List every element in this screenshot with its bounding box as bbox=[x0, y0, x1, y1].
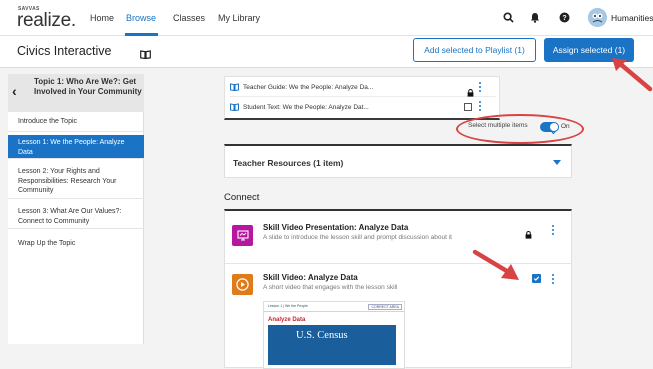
item-title[interactable]: Skill Video Presentation: Analyze Data bbox=[263, 223, 408, 232]
page-title: Civics Interactive bbox=[17, 44, 112, 58]
nav-my-library[interactable]: My Library bbox=[218, 13, 260, 23]
play-icon bbox=[232, 274, 253, 295]
book-open-icon bbox=[230, 83, 239, 92]
select-checkbox[interactable] bbox=[464, 103, 472, 111]
more-options-icon[interactable] bbox=[552, 274, 555, 286]
top-nav: SAVVAS realize. Home Browse Classes My L… bbox=[0, 0, 653, 36]
search-icon[interactable] bbox=[501, 10, 515, 24]
book-open-icon bbox=[230, 102, 239, 112]
item-title[interactable]: Skill Video: Analyze Data bbox=[263, 273, 358, 282]
item-description: A short video that engages with the less… bbox=[263, 284, 398, 291]
help-icon[interactable]: ? bbox=[557, 10, 571, 24]
nav-classes[interactable]: Classes bbox=[173, 13, 205, 23]
caret-down-icon[interactable] bbox=[553, 160, 561, 165]
lock-icon bbox=[525, 226, 532, 244]
presentation-icon bbox=[232, 225, 253, 246]
resource-title: Teacher Guide: We the People: Analyze Da… bbox=[243, 84, 374, 91]
more-options-icon[interactable] bbox=[552, 225, 555, 237]
bell-icon[interactable] bbox=[528, 10, 542, 24]
chevron-left-icon[interactable]: ‹ bbox=[12, 83, 17, 99]
sidebar-item-lesson-3[interactable]: Lesson 3: What Are Our Values?: Connect … bbox=[8, 204, 144, 229]
resource-list: Teacher Guide: We the People: Analyze Da… bbox=[224, 76, 500, 120]
user-menu[interactable]: Humanities ▾ bbox=[611, 13, 653, 24]
teacher-resources-accordion[interactable]: Teacher Resources (1 item) bbox=[224, 144, 572, 178]
logo-wordmark: realize. bbox=[17, 10, 76, 31]
select-multiple-callout bbox=[456, 114, 584, 144]
select-checkbox-checked[interactable] bbox=[532, 274, 541, 283]
thumbnail-lesson-label: Lesson 1 | We the People bbox=[268, 304, 308, 308]
nav-browse[interactable]: Browse bbox=[126, 13, 156, 23]
program-header: Civics Interactive Add selected to Playl… bbox=[0, 36, 653, 68]
connect-list: Skill Video Presentation: Analyze Data A… bbox=[224, 209, 572, 369]
topic-title: Topic 1: Who Are We?: Get Involved in Yo… bbox=[34, 77, 142, 96]
arrow-icon bbox=[612, 58, 653, 92]
sidebar-item-introduce-topic[interactable]: Introduce the Topic bbox=[8, 112, 144, 132]
avatar[interactable] bbox=[588, 8, 607, 27]
thumbnail-banner: U.S. Census bbox=[268, 325, 396, 365]
sidebar-item-lesson-2[interactable]: Lesson 2: Your Rights and Responsibiliti… bbox=[8, 164, 144, 199]
thumbnail-banner-text: U.S. Census bbox=[296, 330, 348, 341]
video-thumbnail[interactable]: Lesson 1 | We the People CORRECT AREA An… bbox=[263, 301, 405, 369]
add-to-playlist-button[interactable]: Add selected to Playlist (1) bbox=[413, 38, 536, 62]
sidebar-item-wrap-up[interactable]: Wrap Up the Topic bbox=[8, 236, 144, 251]
arrow-icon bbox=[472, 249, 519, 280]
accordion-label: Teacher Resources (1 item) bbox=[233, 158, 344, 168]
svg-text:?: ? bbox=[562, 15, 566, 22]
more-options-icon[interactable] bbox=[479, 82, 482, 93]
nav-home[interactable]: Home bbox=[90, 13, 114, 23]
item-description: A slide to introduce the lesson skill an… bbox=[263, 234, 452, 241]
topic-sidebar: ‹ Topic 1: Who Are We?: Get Involved in … bbox=[8, 74, 144, 344]
book-icon[interactable] bbox=[140, 46, 151, 64]
thumbnail-title: Analyze Data bbox=[268, 317, 306, 323]
more-options-icon[interactable] bbox=[479, 101, 482, 112]
topic-header: ‹ Topic 1: Who Are We?: Get Involved in … bbox=[8, 74, 144, 112]
list-item[interactable]: Student Text: We the People: Analyze Dat… bbox=[230, 98, 496, 116]
thumbnail-tag: CORRECT AREA bbox=[368, 304, 402, 310]
user-name-label: Humanities bbox=[611, 13, 653, 23]
sidebar-item-lesson-1[interactable]: Lesson 1: We the People: Analyze Data bbox=[8, 135, 144, 159]
section-heading: Connect bbox=[224, 192, 260, 203]
resource-title: Student Text: We the People: Analyze Dat… bbox=[243, 103, 369, 111]
list-item[interactable]: Teacher Guide: We the People: Analyze Da… bbox=[230, 79, 496, 97]
thumbnail-header: Lesson 1 | We the People CORRECT AREA bbox=[264, 302, 404, 312]
